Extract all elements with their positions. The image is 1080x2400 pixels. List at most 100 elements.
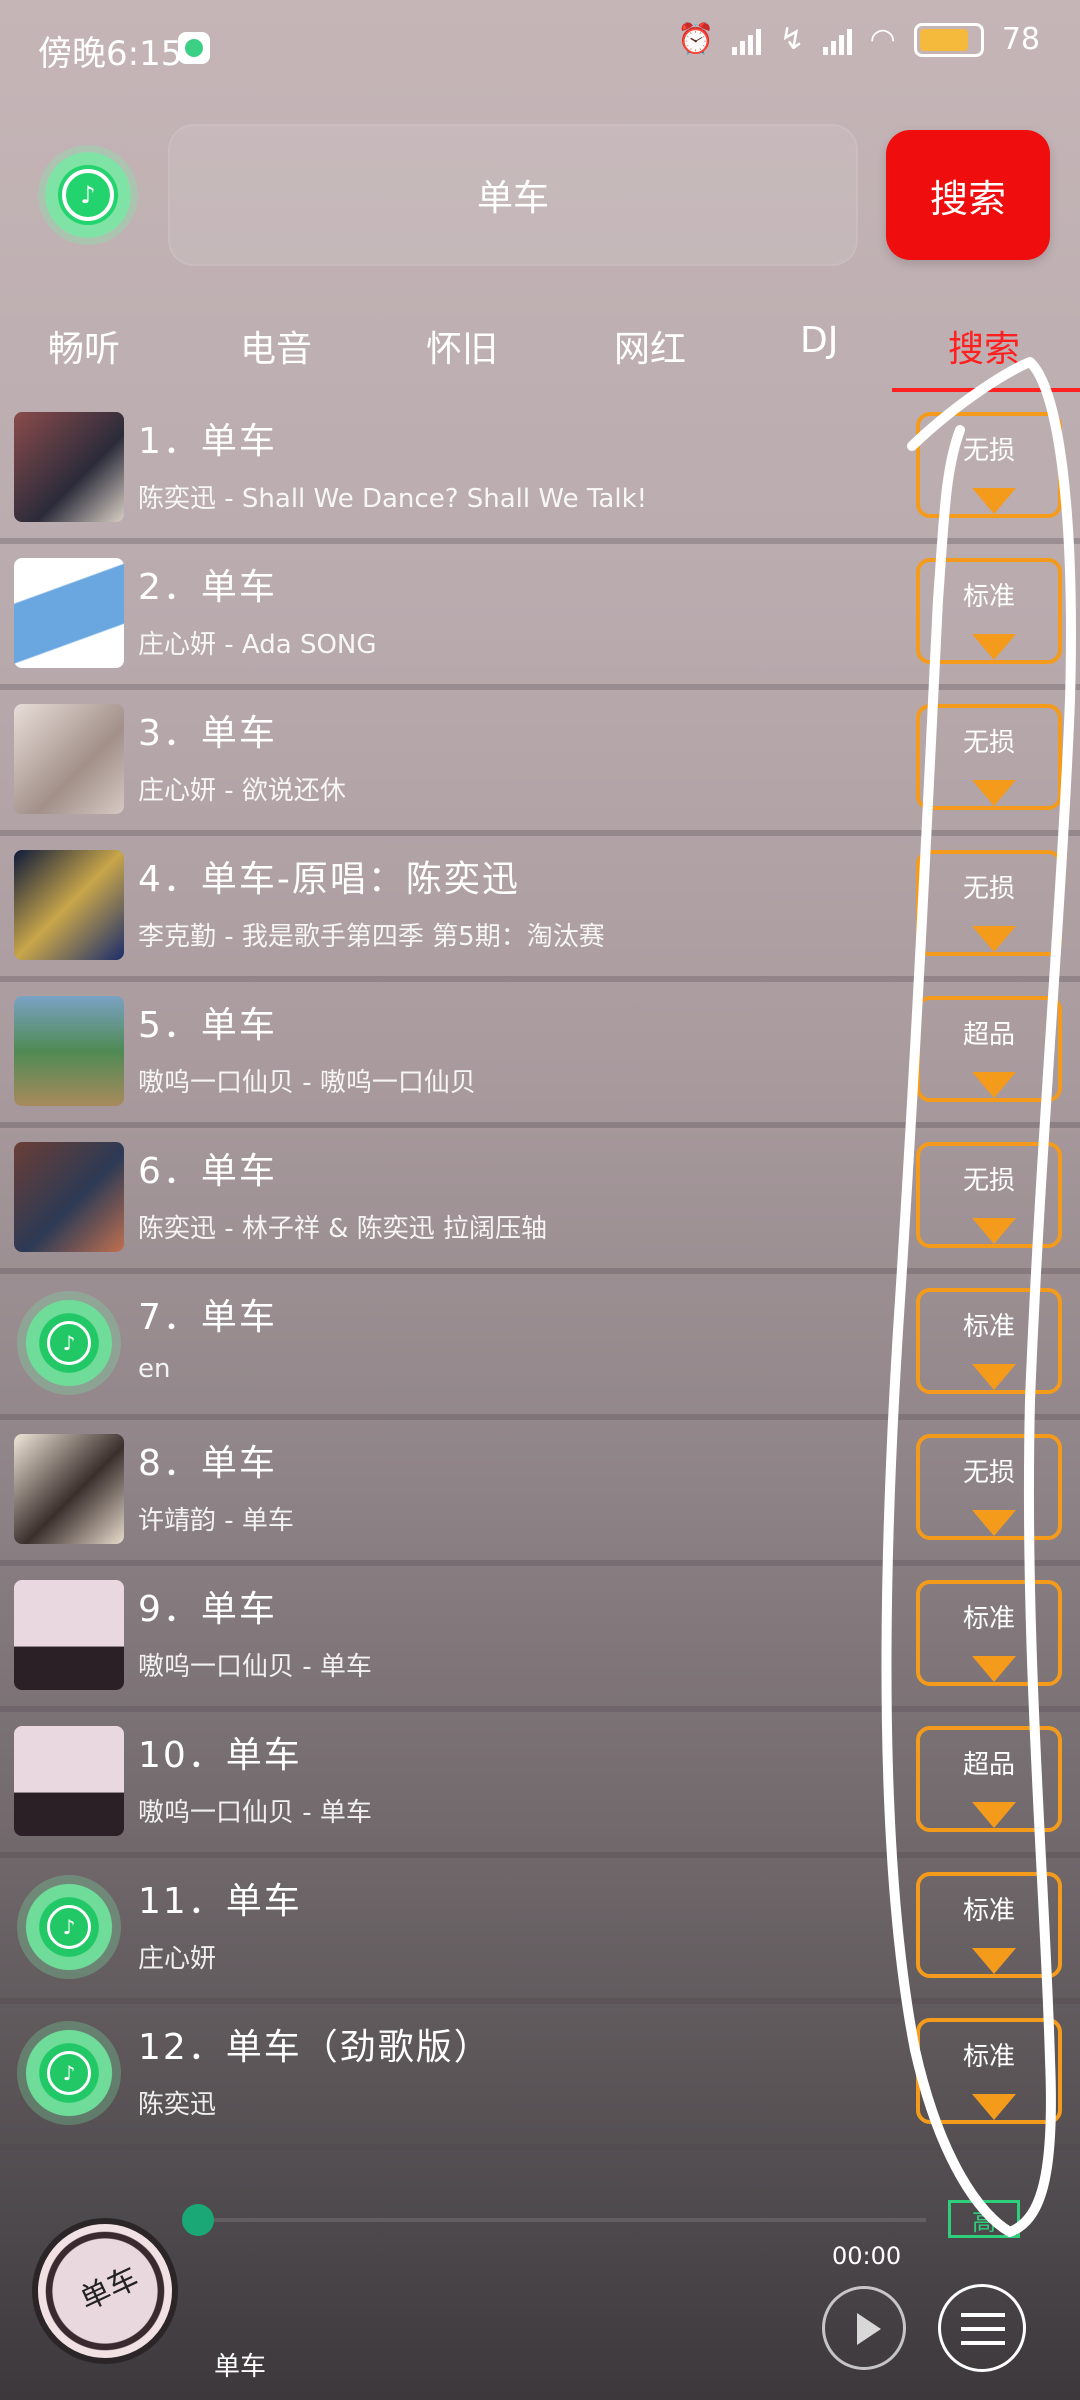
quality-download-button[interactable]: 标准	[916, 1288, 1062, 1394]
quality-download-button[interactable]: 超品	[916, 996, 1062, 1102]
quality-download-button[interactable]: 无损	[916, 1434, 1062, 1540]
progress-bar[interactable]	[196, 2218, 926, 2222]
alarm-icon: ⏰	[677, 22, 715, 57]
song-title: 8．单车	[138, 1443, 277, 1484]
quality-download-button[interactable]: 无损	[916, 704, 1062, 810]
quality-label: 标准	[962, 1896, 1015, 1926]
result-row[interactable]: ♪ 12．单车（劲歌版） 陈奕迅 标准	[0, 2004, 1080, 2150]
search-input[interactable]: 单车	[168, 124, 858, 266]
download-arrow-icon	[972, 2094, 1016, 2120]
play-button[interactable]	[822, 2286, 906, 2370]
song-title: 2．单车	[138, 567, 277, 608]
status-time: 傍晚6:15	[38, 34, 183, 74]
song-artist-album: 庄心妍 - Ada SONG	[138, 630, 377, 660]
result-row[interactable]: 6．单车陈奕迅 - 林子祥 & 陈奕迅 拉阔压轴 无损	[0, 1128, 1080, 1274]
song-artist-album: 庄心妍 - 欲说还休	[138, 776, 346, 806]
album-cover	[14, 558, 124, 668]
album-disc[interactable]: 单车	[32, 2218, 178, 2364]
song-title: 6．单车	[138, 1151, 277, 1192]
battery-percent: 78	[1001, 22, 1040, 57]
status-bar: 傍晚6:15 ⏰ ↯ ◠ 78	[0, 0, 1080, 96]
mini-player: 高 00:00 单车 单车	[0, 2186, 1080, 2400]
battery-icon	[913, 22, 984, 57]
result-row[interactable]: 9．单车 嗷呜一口仙贝 - 单车 标准	[0, 1566, 1080, 1712]
result-row[interactable]: 3．单车庄心妍 - 欲说还休 无损	[0, 690, 1080, 836]
song-title: 12．单车（劲歌版）	[138, 2027, 492, 2068]
album-cover	[14, 412, 124, 522]
song-title: 4．单车-原唱：陈奕迅	[138, 859, 520, 900]
download-arrow-icon	[972, 1510, 1016, 1536]
quality-label: 超品	[962, 1750, 1015, 1780]
song-title: 7．单车	[138, 1297, 277, 1338]
signal-icon	[732, 25, 762, 55]
quality-download-button[interactable]: 标准	[916, 558, 1062, 664]
song-artist-album: 陈奕迅 - Shall We Dance? Shall We Talk!	[138, 484, 648, 514]
download-arrow-icon	[972, 780, 1016, 806]
song-title: 1．单车	[138, 421, 277, 462]
album-cover	[14, 704, 124, 814]
album-cover	[14, 1726, 124, 1836]
download-arrow-icon	[972, 1802, 1016, 1828]
default-cover-icon: ♪	[14, 2018, 124, 2128]
result-row[interactable]: ♪ 7．单车 en 标准	[0, 1274, 1080, 1420]
album-cover	[14, 996, 124, 1106]
album-cover	[14, 1580, 124, 1690]
quality-label: 无损	[962, 728, 1015, 758]
app-logo-icon[interactable]: ♪	[38, 145, 138, 245]
data-icon: ↯	[779, 22, 805, 57]
result-row[interactable]: 8．单车许靖韵 - 单车 无损	[0, 1420, 1080, 1566]
song-title: 11．单车	[138, 1881, 302, 1922]
download-arrow-icon	[972, 1218, 1016, 1244]
active-tab-indicator	[892, 388, 1080, 392]
default-cover-icon: ♪	[14, 1872, 124, 1982]
music-note-icon: ♪	[62, 169, 114, 221]
song-artist-album: en	[138, 1354, 171, 1384]
song-title: 3．单车	[138, 713, 277, 754]
result-row[interactable]: 4．单车-原唱：陈奕迅 李克勤 - 我是歌手第四季 第5期：淘汰赛 无损	[0, 836, 1080, 982]
song-artist-album: 嗷呜一口仙贝 - 单车	[138, 1798, 372, 1828]
result-row[interactable]: ♪ 11．单车庄心妍 标准	[0, 1858, 1080, 2004]
quality-label: 标准	[962, 1312, 1015, 1342]
song-artist-album: 许靖韵 - 单车	[138, 1506, 294, 1536]
quality-download-button[interactable]: 标准	[916, 1872, 1062, 1978]
album-cover	[14, 1142, 124, 1252]
download-arrow-icon	[972, 488, 1016, 514]
song-title: 5．单车	[138, 1005, 277, 1046]
tab-dianyin[interactable]: 电音	[240, 320, 312, 372]
result-row[interactable]: 1．单车陈奕迅 - Shall We Dance? Shall We Talk!…	[0, 398, 1080, 544]
album-cover	[14, 1434, 124, 1544]
default-cover-icon: ♪	[14, 1288, 124, 1398]
quality-download-button[interactable]: 无损	[916, 850, 1062, 956]
quality-label: 超品	[962, 1020, 1015, 1050]
signal-2-icon	[822, 25, 852, 55]
quality-download-button[interactable]: 超品	[916, 1726, 1062, 1832]
tab-changting[interactable]: 畅听	[48, 320, 120, 372]
quality-label: 无损	[962, 874, 1015, 904]
quality-download-button[interactable]: 无损	[916, 412, 1062, 518]
result-row[interactable]: 5．单车嗷呜一口仙贝 - 嗷呜一口仙贝 超品	[0, 982, 1080, 1128]
download-arrow-icon	[972, 1948, 1016, 1974]
quality-badge[interactable]: 高	[948, 2200, 1020, 2238]
status-icons: ⏰ ↯ ◠ 78	[677, 22, 1040, 57]
progress-knob[interactable]	[182, 2204, 214, 2236]
song-artist-album: 庄心妍	[138, 1944, 217, 1974]
download-arrow-icon	[972, 634, 1016, 660]
quality-download-button[interactable]: 标准	[916, 2018, 1062, 2124]
download-arrow-icon	[972, 1072, 1016, 1098]
app-notification-icon	[178, 32, 210, 64]
song-artist-album: 嗷呜一口仙贝 - 嗷呜一口仙贝	[138, 1068, 476, 1098]
tab-search[interactable]: 搜索	[948, 320, 1020, 372]
quality-label: 无损	[962, 436, 1015, 466]
tab-dj[interactable]: DJ	[800, 320, 838, 361]
result-row[interactable]: 10．单车 嗷呜一口仙贝 - 单车 超品	[0, 1712, 1080, 1858]
result-row[interactable]: 2．单车庄心妍 - Ada SONG 标准	[0, 544, 1080, 690]
tab-wanghong[interactable]: 网红	[614, 320, 686, 372]
playlist-menu-button[interactable]	[938, 2284, 1026, 2372]
quality-download-button[interactable]: 无损	[916, 1142, 1062, 1248]
quality-download-button[interactable]: 标准	[916, 1580, 1062, 1686]
song-artist-album: 陈奕迅 - 林子祥 & 陈奕迅 拉阔压轴	[138, 1214, 547, 1244]
song-artist-album: 嗷呜一口仙贝 - 单车	[138, 1652, 372, 1682]
tab-huaijiu[interactable]: 怀旧	[426, 320, 498, 372]
search-button[interactable]: 搜索	[886, 130, 1050, 260]
download-arrow-icon	[972, 1364, 1016, 1390]
